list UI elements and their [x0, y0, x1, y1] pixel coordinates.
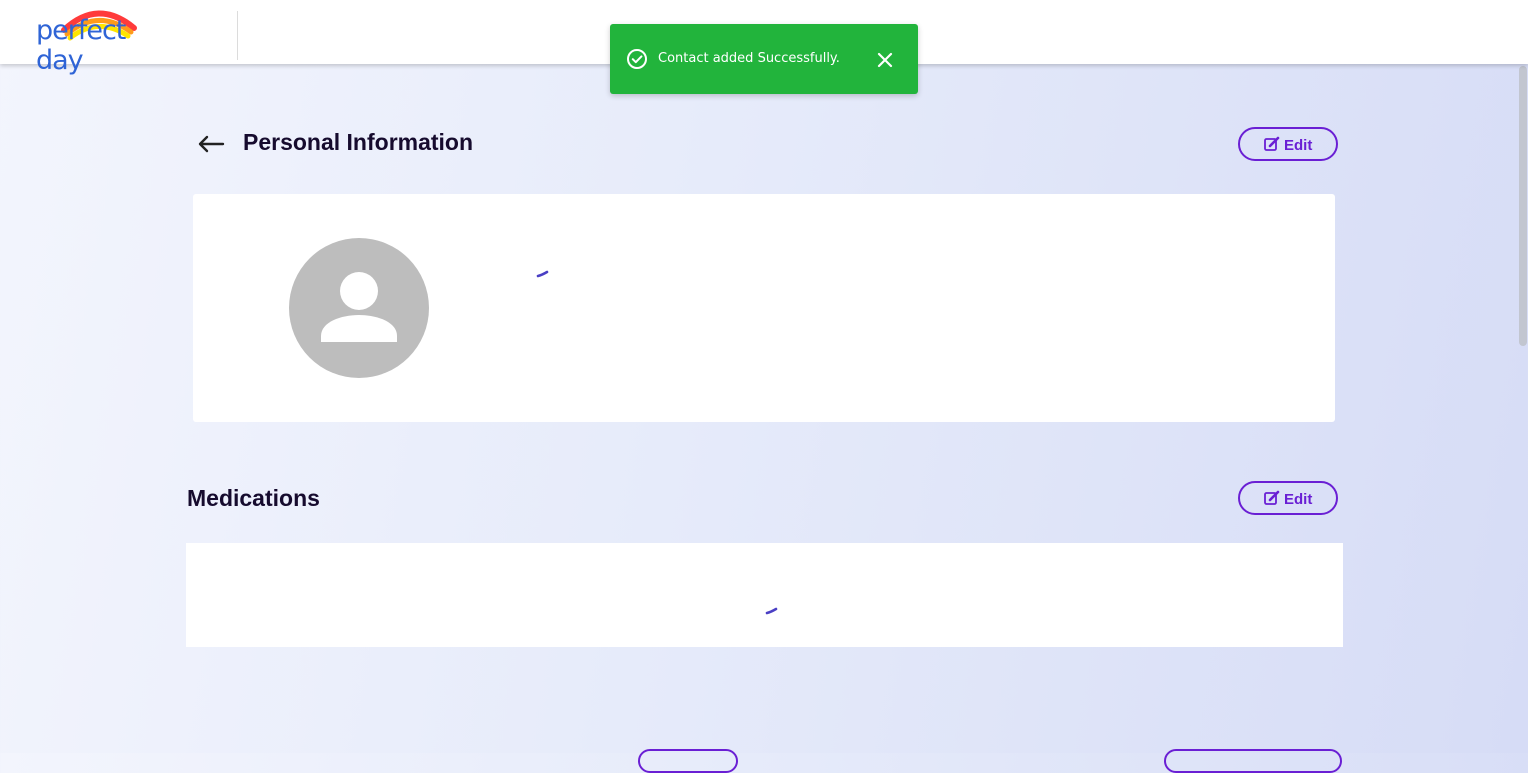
person-icon: [321, 272, 397, 342]
toast-message: Contact added Successfully.: [658, 51, 840, 66]
edit-label: Edit: [1284, 137, 1313, 154]
personal-information-title: Personal Information: [243, 129, 474, 155]
personal-info-card: [193, 194, 1335, 422]
check-circle-icon: [627, 49, 647, 69]
medications-card: [186, 543, 1343, 647]
header-divider: [237, 11, 238, 60]
close-icon[interactable]: [876, 51, 894, 69]
edit-icon: [1264, 490, 1280, 505]
edit-personal-info-button[interactable]: Edit: [1238, 127, 1338, 161]
edit-medications-button[interactable]: Edit: [1238, 481, 1338, 515]
logo-text: perfect day: [36, 15, 126, 76]
perfect-day-logo[interactable]: perfect day: [34, 4, 176, 76]
loading-spinner-icon: [765, 607, 778, 615]
edit-icon: [1264, 136, 1280, 151]
loading-spinner-icon: [536, 270, 549, 278]
arrow-left-icon[interactable]: [196, 132, 226, 156]
medications-title: Medications: [187, 485, 320, 511]
success-toast: Contact added Successfully.: [610, 24, 918, 94]
avatar: [289, 238, 429, 378]
scrollbar[interactable]: [1519, 66, 1527, 346]
edit-label: Edit: [1284, 491, 1313, 508]
